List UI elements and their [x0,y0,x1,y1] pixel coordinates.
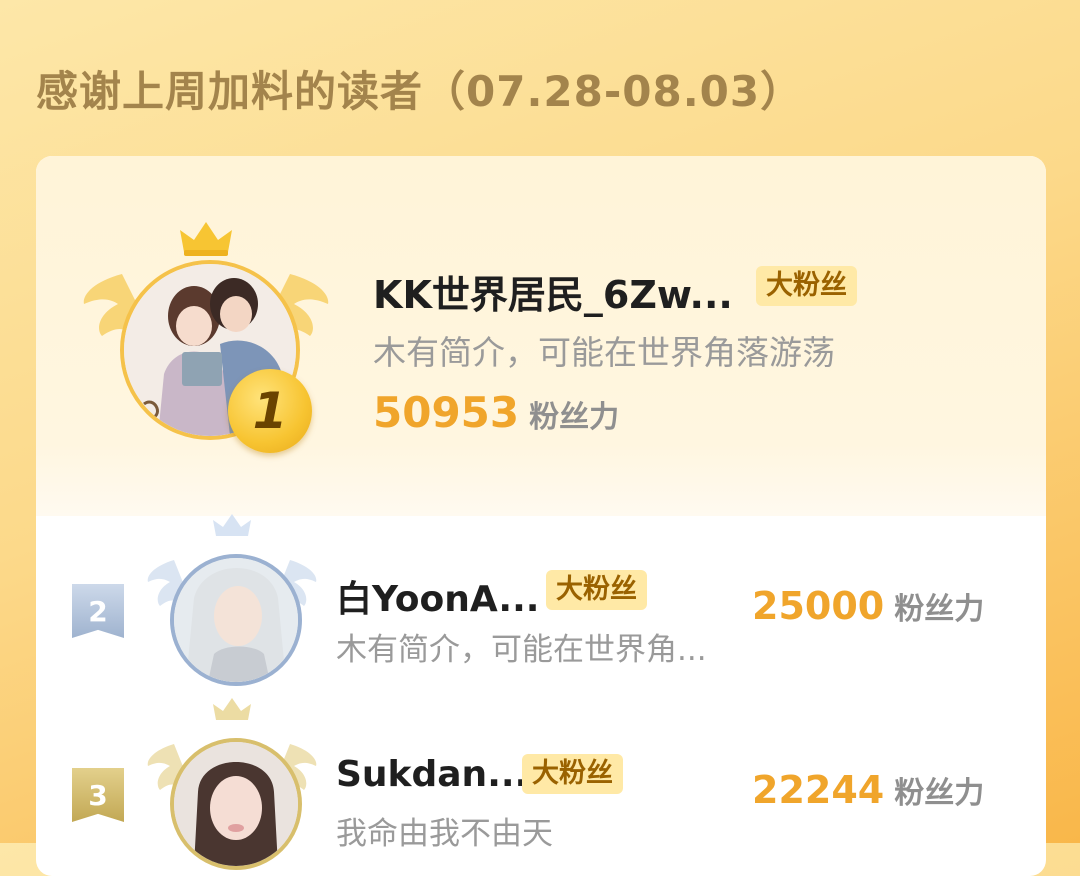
reader-intro: 我命由我不由天 [336,816,553,852]
reader-row[interactable]: 2 白YoonA... 大粉丝 木有简介，可能在世界角... 25000 粉丝力 [36,514,1046,694]
page-title: 感谢上周加料的读者（07.28-08.03） [36,67,804,116]
reader-name[interactable]: KK世界居民_6Zw... [373,264,733,319]
reader-intro: 木有简介，可能在世界角落游荡 [373,333,835,372]
top-reader-entry[interactable]: 1 KK世界居民_6Zw... 大粉丝 木有简介，可能在世界角落游荡 50953… [36,156,1046,516]
crown-icon [213,698,251,720]
avatar-illustration [174,558,298,682]
crown-icon [213,514,251,536]
fan-tag: 大粉丝 [756,266,857,306]
fan-tag: 大粉丝 [546,570,647,610]
fan-power: 50953 粉丝力 [373,388,619,437]
avatar-photo [174,742,298,866]
fan-power-value: 22244 [752,768,885,812]
fan-tag: 大粉丝 [522,754,623,794]
reader-ranking-card: 1 KK世界居民_6Zw... 大粉丝 木有简介，可能在世界角落游荡 50953… [36,156,1046,876]
fan-power-value: 25000 [752,584,885,628]
crown-icon [180,222,232,256]
avatar[interactable] [170,738,302,870]
fan-power-value: 50953 [373,388,520,437]
reader-name[interactable]: 白YoonA... [336,570,539,622]
rank-badge: 3 [72,768,124,822]
fan-power-unit: 粉丝力 [529,400,620,435]
fan-power: 22244 粉丝力 [752,768,984,812]
reader-row[interactable]: 3 Sukdan... 大粉丝 我命由我不由天 22244 粉丝力 [36,698,1046,876]
fan-power-unit: 粉丝力 [894,776,985,811]
rank-badge: 1 [228,369,312,453]
avatar[interactable] [170,554,302,686]
reader-intro: 木有简介，可能在世界角... [336,632,707,668]
rank-badge: 2 [72,584,124,638]
reader-name[interactable]: Sukdan... [336,754,528,795]
fan-power: 25000 粉丝力 [752,584,984,628]
fan-power-unit: 粉丝力 [894,592,985,627]
